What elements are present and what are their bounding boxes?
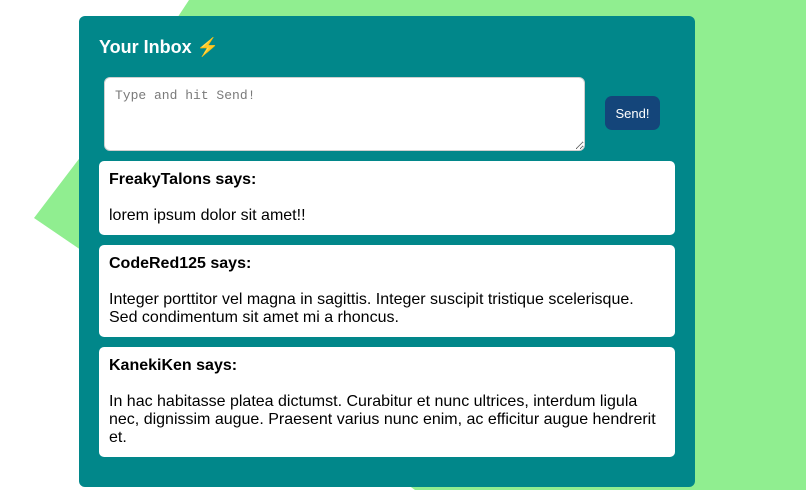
message-input[interactable] — [104, 77, 585, 151]
message-card: CodeRed125 says: Integer porttitor vel m… — [99, 245, 675, 337]
message-body: In hac habitasse platea dictumst. Curabi… — [109, 393, 656, 446]
page: Your Inbox ⚡ Send! FreakyTalons says: lo… — [0, 0, 806, 490]
message-body: lorem ipsum dolor sit amet!! — [109, 207, 306, 224]
message-body: Integer porttitor vel magna in sagittis.… — [109, 291, 634, 326]
message-author: CodeRed125 says: — [109, 255, 252, 272]
message-card: KanekiKen says: In hac habitasse platea … — [99, 347, 675, 457]
message-card: FreakyTalons says: lorem ipsum dolor sit… — [99, 161, 675, 235]
message-author: FreakyTalons says: — [109, 171, 257, 188]
send-button[interactable]: Send! — [605, 96, 660, 130]
page-title: Your Inbox ⚡ — [99, 37, 220, 57]
inbox-card: Your Inbox ⚡ Send! FreakyTalons says: lo… — [79, 16, 695, 487]
message-author: KanekiKen says: — [109, 357, 238, 374]
